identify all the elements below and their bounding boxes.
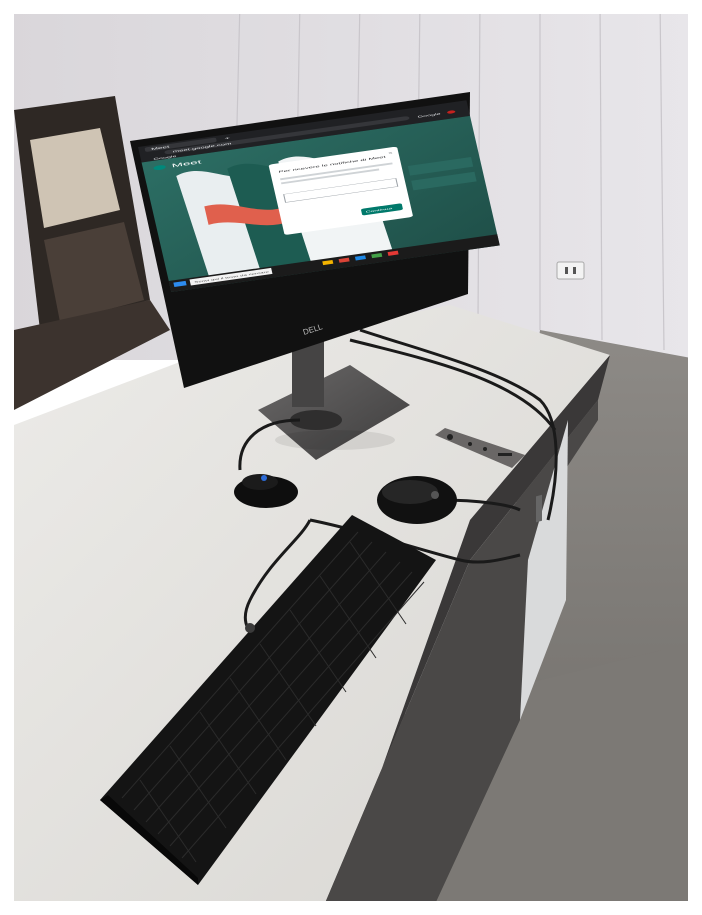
scene-svg: Meet + meet.google.com Google Google Mee…	[0, 0, 702, 915]
photo-scene: Meet + meet.google.com Google Google Mee…	[0, 0, 702, 915]
mouse	[377, 476, 457, 524]
keyboard-hp-logo	[245, 623, 255, 633]
stand-shadow	[275, 430, 395, 450]
computer-slot	[536, 494, 542, 523]
wall-socket	[556, 261, 585, 280]
mouse-hp-logo	[431, 491, 439, 499]
